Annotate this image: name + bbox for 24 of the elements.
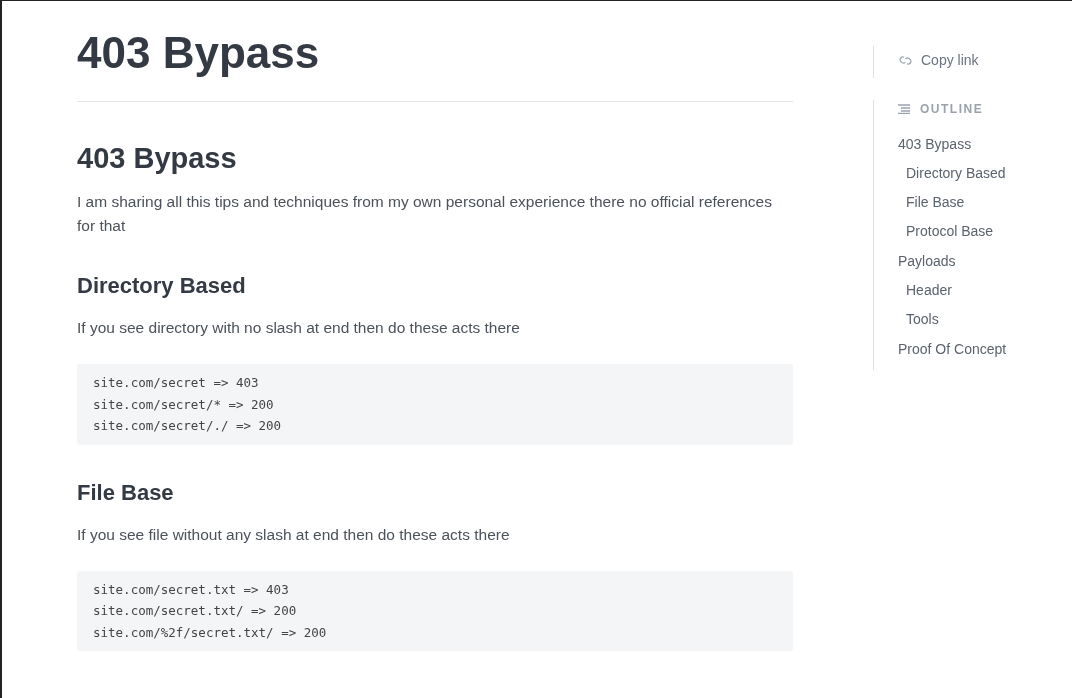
outline-title: OUTLINE <box>920 101 984 116</box>
paragraph: I am sharing all this tips and techniques from my own personal experience there no official references for that <box>77 192 773 236</box>
paragraph: If you see file without any slash at end then do these acts there <box>77 524 511 545</box>
list-icon <box>898 103 910 114</box>
code-line: site.com/secret.txt/ => 200 <box>93 602 298 620</box>
code-line: site.com/secret.txt => 403 <box>93 580 290 599</box>
subsection-heading: Directory Based <box>77 272 247 300</box>
paragraph: If you see directory with no slash at end then do these acts there <box>77 318 521 338</box>
outline-item[interactable]: Header <box>898 276 1063 306</box>
outline-item[interactable]: Payloads <box>898 246 1063 276</box>
outline-item[interactable]: Proof Of Concept <box>898 334 1063 364</box>
outline-item[interactable]: File Base <box>898 188 1063 218</box>
outline-item[interactable]: Directory Based <box>898 158 1063 189</box>
code-line: site.com/secret/* => 200 <box>93 395 275 414</box>
outline-item[interactable]: Tools <box>898 305 1063 335</box>
code-line: site.com/secret => 403 <box>93 374 260 392</box>
copy-link[interactable]: Copy link <box>898 52 979 68</box>
code-line: site.com/%2f/secret.txt/ => 200 <box>93 623 328 642</box>
outline-item[interactable]: 403 Bypass <box>898 129 1063 159</box>
section-heading: 403 Bypass <box>77 141 238 176</box>
page-title: 403 Bypass <box>77 27 321 79</box>
code-line: site.com/secret/./ => 200 <box>93 417 283 435</box>
subsection-heading: File Base <box>77 478 175 507</box>
outline-item[interactable]: Protocol Base <box>898 217 1063 247</box>
